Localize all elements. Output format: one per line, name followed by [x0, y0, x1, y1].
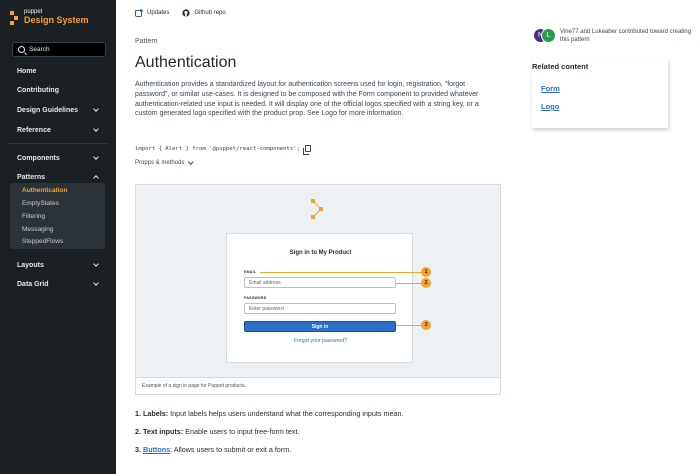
search-input[interactable]: Search	[12, 42, 106, 57]
figure-caption-text: Example of a sign in page for Puppet pro…	[142, 383, 246, 389]
sidebar-subitem-steppedflows[interactable]: SteppedFlows	[22, 236, 63, 246]
sidebar-subitem-emptystates[interactable]: EmptyStates	[22, 198, 59, 208]
sidebar-item-label: Contributing	[17, 86, 59, 94]
password-placeholder: Enter password	[249, 305, 284, 312]
explanation-item: 2. Text inputs: Enable users to input fr…	[135, 427, 299, 436]
callout-badge: 1	[421, 267, 431, 277]
email-field[interactable]: Email address	[244, 277, 396, 288]
callout-badge: 2	[421, 278, 431, 288]
top-bar: Updates Github repo	[135, 9, 239, 17]
sidebar-item-components[interactable]: Components	[0, 151, 116, 165]
import-code: import { Alert } from '@puppet/react-com…	[135, 145, 312, 155]
sign-in-card: Sign in to My Product EMAIL Email addres…	[226, 233, 413, 363]
import-code-text: import { Alert } from '@puppet/react-com…	[135, 145, 301, 152]
avatar[interactable]: L	[541, 28, 556, 43]
sidebar-item-data-grid[interactable]: Data Grid	[0, 277, 116, 291]
explanation-lead: 3.	[135, 445, 143, 454]
sidebar-subitem-filtering[interactable]: Filtering	[22, 211, 45, 221]
brand-name: Design System	[24, 15, 89, 25]
password-label: PASSWORD	[244, 296, 267, 300]
email-label: EMAIL	[244, 270, 257, 274]
github-icon	[182, 9, 190, 17]
sign-in-title: Sign in to My Product	[289, 250, 352, 256]
sidebar-item-reference[interactable]: Reference	[0, 123, 116, 137]
github-link[interactable]: Github repo	[182, 9, 226, 17]
callout-line	[260, 272, 422, 274]
copy-icon[interactable]	[303, 145, 312, 155]
updates-label: Updates	[147, 10, 170, 16]
sidebar-divider	[8, 143, 108, 144]
sidebar-item-layouts[interactable]: Layouts	[0, 258, 116, 272]
contributors: N L Vine77 and Lukeaber contributed towa…	[533, 28, 700, 45]
chevron-down-icon	[93, 261, 99, 267]
callout-badge: 3	[421, 320, 431, 330]
contributor-avatars: N L	[533, 28, 556, 44]
sidebar-item-home[interactable]: Home	[0, 64, 116, 78]
buttons-link[interactable]: Buttons	[143, 445, 170, 454]
chevron-down-icon	[93, 126, 99, 132]
figure-caption: Example of a sign in page for Puppet pro…	[136, 377, 500, 394]
sidebar-item-contributing[interactable]: Contributing	[0, 83, 116, 97]
props-methods-toggle[interactable]: Propps & methods	[135, 159, 194, 166]
sidebar-item-design-guidelines[interactable]: Design Guidelines	[0, 103, 116, 117]
callout-line	[396, 283, 422, 285]
sidebar-item-label: Patterns	[17, 173, 46, 181]
chevron-down-icon	[93, 106, 99, 112]
related-link-form[interactable]: Form	[541, 84, 560, 93]
password-field[interactable]: Enter password	[244, 303, 396, 314]
explanation-lead: 2. Text inputs:	[135, 427, 184, 436]
sidebar: puppet Design System Search Home Contrib…	[0, 0, 116, 474]
brand[interactable]: puppet Design System	[10, 9, 89, 25]
sidebar-item-label: Home	[17, 67, 37, 75]
updates-icon	[135, 9, 143, 17]
email-placeholder: Email address	[249, 279, 281, 286]
github-label: Github repo	[194, 10, 226, 16]
forgot-password-link[interactable]: Forgot your password?	[227, 338, 414, 344]
puppet-logo-icon	[10, 11, 18, 25]
explanation-item: 3. Buttons: Allows users to submit or ex…	[135, 445, 291, 454]
related-content-title: Related content	[532, 62, 589, 71]
contributors-text: Vine77 and Lukeaber contributed toward c…	[560, 29, 691, 44]
page-eyebrow: Pattern	[135, 38, 158, 45]
explanation-text: Enable users to input free-form text.	[183, 427, 300, 436]
sign-in-button[interactable]: Sign in	[244, 321, 396, 332]
explanation-lead: 1. Labels:	[135, 409, 169, 418]
sidebar-item-label: Design Guidelines	[17, 106, 79, 114]
puppet-logo-icon	[311, 199, 323, 219]
example-figure: Sign in to My Product EMAIL Email addres…	[135, 184, 501, 395]
sidebar-item-label: Layouts	[17, 261, 44, 269]
search-icon	[18, 46, 25, 53]
related-content-panel: Related content Form Logo	[532, 59, 668, 128]
sidebar-item-label: Components	[17, 154, 60, 162]
chevron-down-icon	[93, 280, 99, 286]
explanation-text: : Allows users to submit or exit a form.	[170, 445, 292, 454]
sidebar-item-label: Reference	[17, 126, 51, 134]
explanation-text: Input labels helps users understand what…	[168, 409, 404, 418]
callout-line	[396, 325, 422, 327]
related-link-logo[interactable]: Logo	[541, 102, 559, 111]
chevron-down-icon	[93, 154, 99, 160]
updates-link[interactable]: Updates	[135, 9, 169, 17]
page-description: Authentication provides a standardized l…	[135, 81, 479, 118]
explanation-item: 1. Labels: Input labels helps users unde…	[135, 409, 404, 418]
props-methods-label: Propps & methods	[135, 160, 185, 166]
sidebar-subitem-messaging[interactable]: Messaging	[22, 224, 53, 234]
search-label: Search	[29, 46, 50, 53]
chevron-up-icon	[93, 175, 99, 181]
chevron-down-icon	[188, 159, 194, 165]
page-title: Authentication	[135, 54, 237, 71]
sidebar-item-patterns[interactable]: Patterns	[0, 170, 116, 184]
sidebar-item-label: Data Grid	[17, 280, 49, 288]
sidebar-subitem-authentication[interactable]: Authentication	[22, 185, 68, 195]
